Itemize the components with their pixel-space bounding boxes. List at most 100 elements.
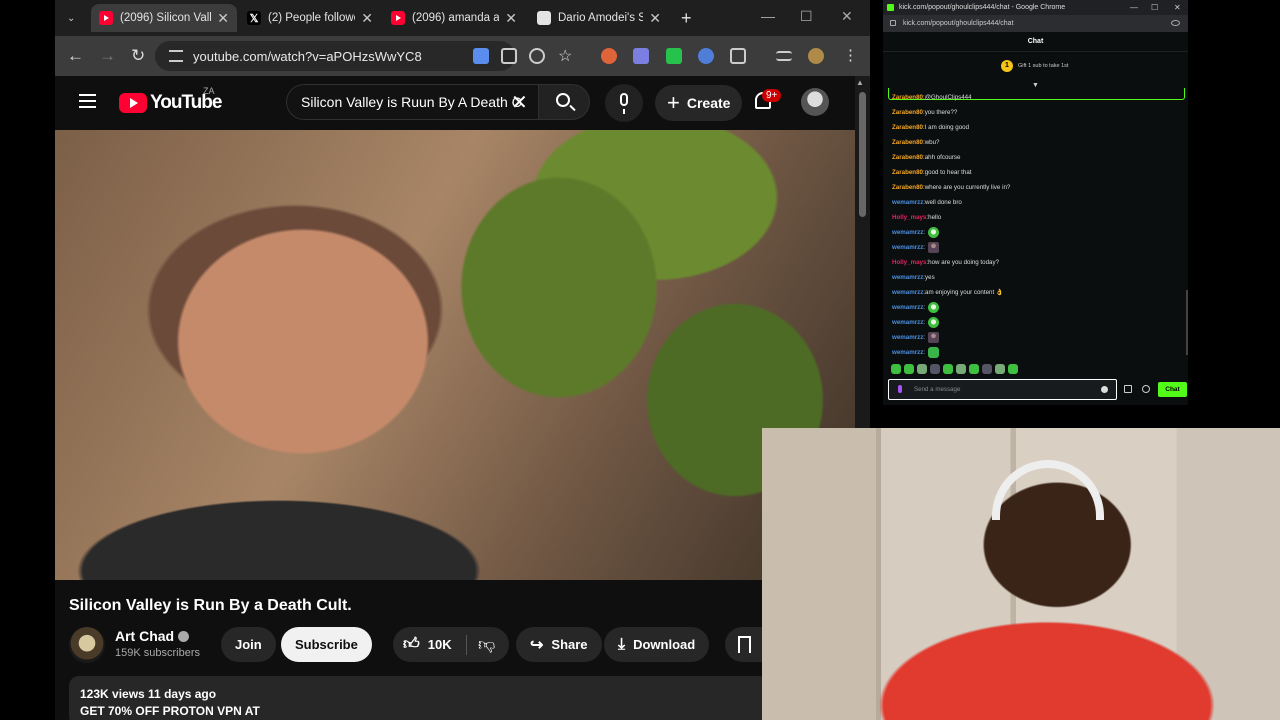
- chat-message-input[interactable]: Send a message: [888, 379, 1117, 400]
- extension-fox-icon[interactable]: [601, 48, 617, 64]
- new-tab-button[interactable]: +: [673, 4, 701, 32]
- emote-icon[interactable]: [1008, 364, 1018, 374]
- minimize-icon[interactable]: —: [1130, 3, 1138, 12]
- maximize-icon[interactable]: ☐: [1151, 3, 1158, 12]
- bookmark-star-icon[interactable]: ☆: [558, 46, 572, 66]
- description-box[interactable]: 123K views 11 days ago GET 70% OFF PROTO…: [69, 676, 769, 720]
- chat-emote-icon[interactable]: [928, 227, 940, 238]
- chat-username[interactable]: Holly_mays: [892, 259, 926, 267]
- extension-wave-icon[interactable]: [633, 48, 649, 64]
- join-button[interactable]: Join: [221, 627, 276, 662]
- channel-name[interactable]: Art Chad: [115, 628, 190, 644]
- chat-emote-icon[interactable]: [928, 332, 940, 343]
- chat-username[interactable]: wemamrzz: [892, 304, 923, 312]
- forward-icon[interactable]: →: [99, 46, 116, 66]
- video-player[interactable]: [55, 130, 855, 580]
- maximize-icon[interactable]: ☐: [800, 8, 813, 25]
- emote-icon[interactable]: [904, 364, 914, 374]
- eye-off-icon[interactable]: [1171, 20, 1180, 26]
- back-icon[interactable]: ←: [67, 46, 84, 66]
- chat-username[interactable]: wemamrzz: [892, 229, 923, 237]
- chat-username[interactable]: wemamrzz: [892, 349, 923, 357]
- save-button[interactable]: [725, 627, 765, 662]
- chat-username[interactable]: wemamrzz: [892, 319, 923, 327]
- profile-icon[interactable]: [808, 48, 824, 64]
- chat-username[interactable]: wemamrzz: [892, 334, 923, 342]
- chat-username[interactable]: wemamrzz: [892, 199, 923, 207]
- tab-search-button[interactable]: ⌄: [61, 4, 85, 32]
- scroll-up-arrow-icon[interactable]: ▲: [856, 78, 864, 87]
- emote-icon[interactable]: [891, 364, 901, 374]
- share-button[interactable]: ↪ Share: [516, 627, 602, 662]
- reload-icon[interactable]: ↻: [131, 46, 145, 66]
- hamburger-menu-icon[interactable]: [79, 94, 96, 108]
- search-button[interactable]: [538, 84, 590, 120]
- close-tab-icon[interactable]: ✕: [505, 10, 517, 27]
- like-button[interactable]: 👍︎ 10K: [403, 635, 452, 654]
- close-window-icon[interactable]: ✕: [841, 8, 853, 25]
- chat-emote-icon[interactable]: [928, 317, 940, 328]
- emote-icon[interactable]: [995, 364, 1005, 374]
- chat-username[interactable]: Zaraben80: [892, 109, 923, 117]
- chat-username[interactable]: Holly_mays: [892, 214, 926, 222]
- gift-sub-banner[interactable]: 1 Gift 1 sub to take 1st: [1001, 60, 1068, 72]
- lens-icon[interactable]: [473, 48, 489, 64]
- chat-username[interactable]: Zaraben80: [892, 154, 923, 162]
- extension-green-icon[interactable]: [666, 48, 682, 64]
- menu-kebab-icon[interactable]: ⋮: [843, 46, 858, 64]
- emote-icon[interactable]: [969, 364, 979, 374]
- kick-address-bar[interactable]: kick.com/popout/ghoulclips444/chat: [883, 15, 1188, 32]
- emote-icon[interactable]: [943, 364, 953, 374]
- eye-off-icon[interactable]: [529, 48, 545, 64]
- chat-username[interactable]: Zaraben80: [892, 184, 923, 192]
- tab-youtube-video[interactable]: (2096) Silicon Vall ✕: [91, 4, 237, 32]
- account-avatar[interactable]: [801, 88, 829, 116]
- close-tab-icon[interactable]: ✕: [361, 10, 373, 27]
- microphone-icon[interactable]: [898, 385, 902, 393]
- voice-search-button[interactable]: [605, 84, 643, 122]
- clear-search-icon[interactable]: ✕: [511, 90, 528, 115]
- close-window-icon[interactable]: ✕: [1174, 3, 1181, 12]
- channel-avatar[interactable]: [69, 627, 105, 663]
- thumbs-down-icon[interactable]: 👎︎: [478, 634, 495, 655]
- chat-emote-icon[interactable]: [928, 347, 940, 358]
- send-chat-button[interactable]: Chat: [1158, 382, 1187, 397]
- address-bar[interactable]: youtube.com/watch?v=aPOHzsWwYC8: [155, 41, 515, 71]
- tab-youtube-search[interactable]: (2096) amanda as ✕: [383, 4, 525, 32]
- extension-shield-icon[interactable]: [698, 48, 714, 64]
- close-tab-icon[interactable]: ✕: [649, 10, 661, 27]
- scrollbar-thumb[interactable]: [859, 92, 866, 217]
- emote-icon[interactable]: [917, 364, 927, 374]
- site-info-icon[interactable]: [169, 50, 183, 62]
- close-tab-icon[interactable]: ✕: [217, 10, 229, 27]
- minimize-icon[interactable]: —: [761, 8, 775, 24]
- chat-scrollbar[interactable]: [1186, 290, 1188, 355]
- chat-username[interactable]: wemamrzz: [892, 289, 923, 297]
- extensions-puzzle-icon[interactable]: [730, 48, 746, 64]
- settings-gear-icon[interactable]: [1142, 385, 1150, 393]
- media-control-icon[interactable]: [776, 51, 792, 61]
- site-info-icon[interactable]: [890, 20, 896, 26]
- tab-x[interactable]: 𝕏 (2) People followe ✕: [239, 4, 381, 32]
- chat-username[interactable]: wemamrzz: [892, 244, 923, 252]
- emote-icon[interactable]: [982, 364, 992, 374]
- calendar-icon[interactable]: [1124, 385, 1132, 393]
- download-button[interactable]: ⤓ Download: [604, 627, 710, 662]
- youtube-logo[interactable]: YouTube ZA: [119, 86, 222, 114]
- chat-username[interactable]: wemamrzz: [892, 274, 923, 282]
- chat-username[interactable]: Zaraben80: [892, 139, 923, 147]
- create-button[interactable]: + Create: [655, 85, 743, 121]
- chat-username[interactable]: Zaraben80: [892, 94, 923, 102]
- search-input[interactable]: Silicon Valley is Ruun By A Death C: [286, 84, 538, 120]
- chat-username[interactable]: Zaraben80: [892, 124, 923, 132]
- emoji-picker-icon[interactable]: [1101, 386, 1108, 393]
- chat-emote-icon[interactable]: [928, 242, 940, 253]
- tab-article[interactable]: Dario Amodei's S ✕: [529, 4, 669, 32]
- emote-icon[interactable]: [930, 364, 940, 374]
- chat-emote-icon[interactable]: [928, 302, 940, 313]
- subscribe-button[interactable]: Subscribe: [281, 627, 372, 662]
- chat-username[interactable]: Zaraben80: [892, 169, 923, 177]
- emote-icon[interactable]: [956, 364, 966, 374]
- install-app-icon[interactable]: [501, 48, 517, 64]
- chat-message: Holly_mays: how are you doing today?: [892, 255, 1182, 270]
